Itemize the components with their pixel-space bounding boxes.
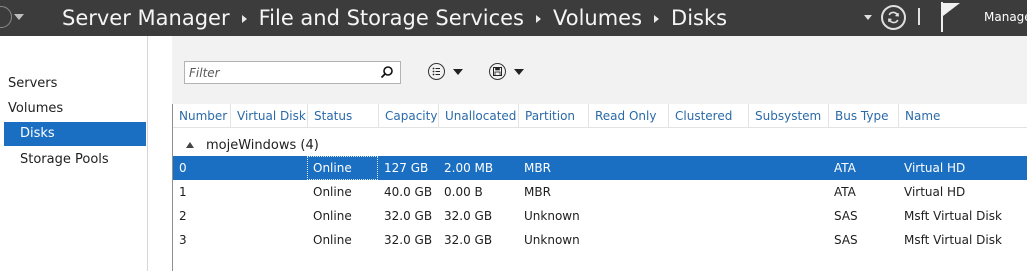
chevron-down-icon[interactable] <box>864 15 872 20</box>
sidebar: Servers Volumes Disks Storage Pools <box>0 36 148 271</box>
breadcrumb-separator-icon <box>241 15 247 23</box>
breadcrumb-file-storage[interactable]: File and Storage Services <box>259 6 524 30</box>
cell-unallocated: 0.00 B <box>444 185 483 199</box>
cell-capacity: 32.0 GB <box>384 209 433 223</box>
manage-menu[interactable]: Manage <box>984 10 1027 24</box>
column-header-subsystem[interactable]: Subsystem <box>748 104 828 128</box>
cell-unallocated: 32.0 GB <box>444 233 493 247</box>
cell-capacity: 40.0 GB <box>384 185 433 199</box>
cell-name: Msft Virtual Disk <box>904 209 1002 223</box>
refresh-icon[interactable] <box>881 5 906 30</box>
chevron-down-icon[interactable] <box>14 14 24 20</box>
search-icon[interactable] <box>380 65 394 79</box>
sidebar-item-volumes[interactable]: Volumes <box>8 97 63 121</box>
column-header-read-only[interactable]: Read Only <box>588 104 668 128</box>
column-header-unallocated[interactable]: Unallocated <box>438 104 518 128</box>
list-icon <box>432 67 440 76</box>
cell-name: Virtual HD <box>904 185 966 199</box>
cell-status: Online <box>313 233 352 247</box>
group-header[interactable]: mojeWindows (4) <box>173 135 1027 156</box>
cell-number: 3 <box>179 233 187 247</box>
cell-unallocated: 32.0 GB <box>444 209 493 223</box>
cell-bus-type: SAS <box>834 209 858 223</box>
table-row[interactable]: 2 Online 32.0 GB 32.0 GB Unknown SAS Msf… <box>173 204 1027 228</box>
column-header-bus-type[interactable]: Bus Type <box>828 104 898 128</box>
sidebar-item-storage-pools[interactable]: Storage Pools <box>20 148 109 172</box>
cell-capacity: 32.0 GB <box>384 233 433 247</box>
cell-name: Virtual HD <box>904 161 966 175</box>
cell-number: 2 <box>179 209 187 223</box>
chevron-down-icon <box>514 69 524 75</box>
cell-status: Online <box>313 209 352 223</box>
table-row[interactable]: 1 Online 40.0 GB 0.00 B MBR ATA Virtual … <box>173 180 1027 204</box>
sidebar-item-disks[interactable]: Disks <box>4 122 146 146</box>
breadcrumb: Server Manager File and Storage Services… <box>62 3 727 33</box>
group-label: mojeWindows (4) <box>206 138 319 153</box>
column-header-number[interactable]: Number <box>173 104 230 128</box>
save-query-button[interactable] <box>489 61 529 83</box>
cell-partition: MBR <box>524 161 551 175</box>
cell-bus-type: ATA <box>834 185 856 199</box>
table-row[interactable]: 0 Online 127 GB 2.00 MB MBR ATA Virtual … <box>173 156 1027 180</box>
save-query-icon <box>489 63 506 80</box>
list-options-button[interactable] <box>428 61 468 83</box>
breadcrumb-separator-icon <box>654 15 660 23</box>
chevron-down-icon <box>453 69 463 75</box>
task-toolbar <box>172 36 1027 104</box>
table-header: Number Virtual Disk Status Capacity Unal… <box>173 104 1027 128</box>
cell-name: Msft Virtual Disk <box>904 233 1002 247</box>
cell-bus-type: ATA <box>834 161 856 175</box>
cell-partition: Unknown <box>524 233 580 247</box>
toolbar-divider <box>918 8 920 25</box>
column-header-virtual-disk[interactable]: Virtual Disk <box>230 104 307 128</box>
refresh-arrows-icon <box>888 11 899 24</box>
floppy-icon <box>493 67 502 76</box>
column-header-capacity[interactable]: Capacity <box>378 104 438 128</box>
cell-status: Online <box>313 185 352 199</box>
table-row[interactable]: 3 Online 32.0 GB 32.0 GB Unknown SAS Msf… <box>173 228 1027 252</box>
cell-number: 1 <box>179 185 187 199</box>
filter-input[interactable] <box>185 62 375 83</box>
collapse-triangle-icon[interactable] <box>186 142 194 148</box>
list-options-icon <box>428 63 445 80</box>
cell-bus-type: SAS <box>834 233 858 247</box>
cell-capacity: 127 GB <box>384 161 429 175</box>
cell-partition: MBR <box>524 185 551 199</box>
filter-box <box>184 61 401 84</box>
cell-number: 0 <box>179 161 187 175</box>
breadcrumb-volumes[interactable]: Volumes <box>553 6 642 30</box>
breadcrumb-disks[interactable]: Disks <box>671 6 727 30</box>
notification-flag-icon[interactable] <box>940 2 962 32</box>
column-header-name[interactable]: Name <box>898 104 1027 128</box>
column-header-partition[interactable]: Partition <box>518 104 588 128</box>
breadcrumb-server-manager[interactable]: Server Manager <box>62 6 230 30</box>
back-arrow-icon[interactable] <box>0 6 12 28</box>
cell-unallocated: 2.00 MB <box>444 161 494 175</box>
column-header-clustered[interactable]: Clustered <box>668 104 748 128</box>
main-pane: Number Virtual Disk Status Capacity Unal… <box>149 36 1027 271</box>
column-header-status[interactable]: Status <box>307 104 378 128</box>
title-bar: Server Manager File and Storage Services… <box>0 0 1027 36</box>
breadcrumb-separator-icon <box>536 15 541 23</box>
cell-status: Online <box>307 156 378 180</box>
cell-partition: Unknown <box>524 209 580 223</box>
sidebar-item-servers[interactable]: Servers <box>8 72 57 96</box>
